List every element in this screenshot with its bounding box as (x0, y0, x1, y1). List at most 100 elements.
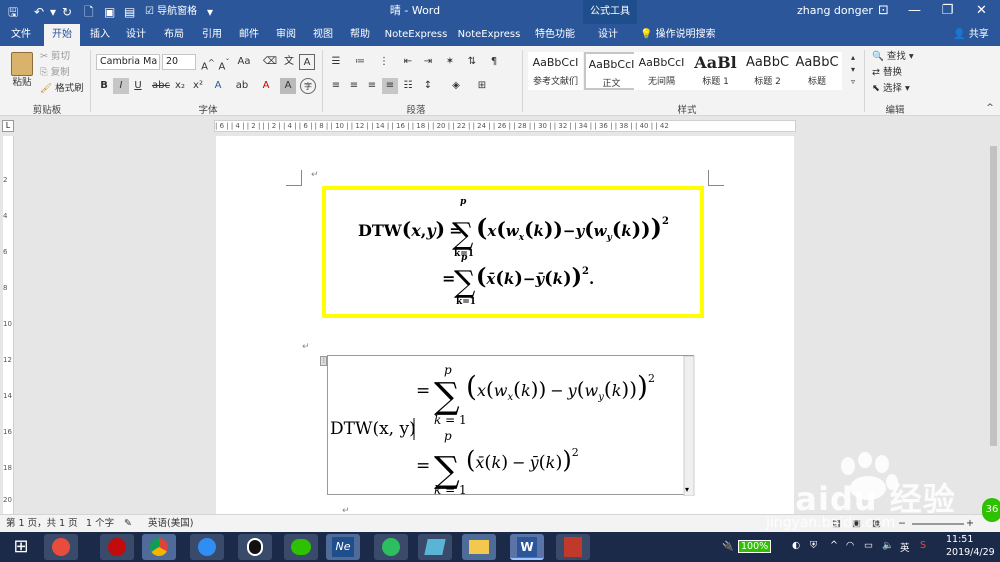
file-explorer-icon[interactable] (462, 534, 496, 560)
equation-image-highlighted[interactable]: DTW(x,y) = p ∑ k=1 (x(wx(k))−y(wy(k)))2 =… (322, 186, 704, 318)
chrome-icon[interactable] (142, 534, 176, 560)
style-item[interactable]: AaBbC 标题 2 (740, 52, 795, 90)
equation-scrollbar[interactable] (683, 355, 695, 497)
close-button[interactable]: ✕ (964, 0, 999, 24)
distribute-icon[interactable]: ☷ (400, 78, 416, 94)
tab-noteexpress-1[interactable]: NoteExpress (383, 24, 449, 46)
nav-pane-checkbox[interactable]: ☑ 导航窗格 (145, 4, 197, 20)
find-button[interactable]: 🔍 查找 ▾ (872, 50, 914, 64)
customize-qa-icon[interactable]: ▾ (207, 4, 213, 20)
ime-indicator[interactable]: 英 (900, 540, 910, 554)
tab-special-features[interactable]: 特色功能 (530, 24, 580, 46)
tab-noteexpress-2[interactable]: NoteExpress (456, 24, 522, 46)
sort-icon[interactable]: ⇅ (464, 54, 480, 70)
replace-button[interactable]: ⇄ 替换 (872, 66, 902, 80)
tab-help[interactable]: 帮助 (344, 24, 376, 46)
qq-icon[interactable] (238, 534, 272, 560)
change-case-icon[interactable]: Aa (236, 54, 252, 70)
tab-mailings[interactable]: 邮件 (233, 24, 265, 46)
shield-icon[interactable]: ⛨ (810, 540, 817, 551)
noteexpress-icon[interactable]: Ne (326, 534, 360, 560)
evernote-icon[interactable] (374, 534, 408, 560)
equation-handle-icon[interactable]: ⋮ (320, 356, 327, 366)
clock-time[interactable]: 11:51 (946, 534, 973, 545)
tell-me-search[interactable]: 💡 操作说明搜索 (640, 24, 740, 46)
grow-font-icon[interactable]: A^ (200, 54, 216, 72)
shading-icon[interactable]: ◈ (448, 78, 464, 94)
wifi-icon[interactable]: ◠ (846, 540, 854, 551)
style-item[interactable]: AaBbCcI 参考文献们 (528, 52, 583, 90)
font-color-icon[interactable]: A (258, 78, 274, 94)
proofing-icon[interactable]: ✎ (124, 515, 132, 533)
clock-date[interactable]: 2019/4/29 (946, 547, 995, 558)
minimize-button[interactable]: — (897, 0, 932, 24)
print-preview-icon[interactable]: ▣ (104, 4, 115, 20)
tab-file[interactable]: 文件 (4, 24, 38, 46)
battery-indicator[interactable]: 100% (738, 540, 772, 553)
clear-format-icon[interactable]: ⌫ (262, 54, 278, 70)
paste-button[interactable]: 粘贴 (8, 52, 36, 90)
tab-layout[interactable]: 布局 (158, 24, 190, 46)
phonetic-guide-icon[interactable]: 文 (281, 54, 297, 70)
new-doc-icon[interactable]: 🗋 (84, 4, 94, 20)
page-count[interactable]: 第 1 页，共 1 页 (6, 515, 78, 533)
highlight-icon[interactable]: ab (234, 78, 250, 94)
equation-object[interactable]: ⋮ = p ∑ 𝑘 = 1 (x(wx(k)) − y(wy(k)))2 DTW(x… (320, 355, 695, 497)
plug-icon[interactable]: 🔌 (722, 541, 734, 552)
network-icon[interactable]: ▭ (864, 540, 873, 551)
font-name-combo[interactable]: Cambria Ma (96, 54, 160, 70)
language[interactable]: 英语(美国) (148, 515, 193, 533)
redo-icon[interactable]: ↻ (62, 4, 72, 20)
style-item[interactable]: AaBbC 标题 (792, 52, 842, 90)
quick-print-icon[interactable]: ▤ (124, 4, 135, 20)
app-icon[interactable] (44, 534, 78, 560)
decrease-indent-icon[interactable]: ⇤ (400, 54, 416, 70)
sogou-icon[interactable]: S (920, 540, 926, 551)
style-item-selected[interactable]: AaBbCcI 正文 (584, 52, 639, 90)
restore-button[interactable]: ❐ (930, 0, 965, 24)
undo-icon[interactable]: ↶ (34, 4, 44, 20)
align-right-icon[interactable]: ≡ (364, 78, 380, 94)
text-effects-icon[interactable]: A (210, 78, 226, 94)
netease-music-icon[interactable] (100, 534, 134, 560)
font-size-combo[interactable]: 20 (162, 54, 196, 70)
scrollbar-thumb[interactable] (990, 146, 997, 446)
share-button[interactable]: 👤 共享 (948, 24, 994, 46)
vertical-ruler[interactable]: 2 4 6 8 10 12 14 16 18 20 (0, 136, 16, 514)
word-icon[interactable]: W (510, 534, 544, 560)
chevron-up-icon[interactable]: ^ (830, 540, 838, 551)
ribbon-display-icon[interactable]: ⊡ (866, 0, 901, 24)
badge-counter[interactable]: 36 (982, 498, 1000, 522)
tab-review[interactable]: 审阅 (270, 24, 302, 46)
shrink-font-icon[interactable]: Aˇ (216, 54, 232, 72)
select-button[interactable]: ⬉ 选择 ▾ (872, 82, 910, 96)
bold-icon[interactable]: B (96, 78, 112, 94)
numbering-icon[interactable]: ≔ (352, 54, 368, 70)
borders-icon[interactable]: ⊞ (474, 78, 490, 94)
cut-button[interactable]: ✂ 剪切 (40, 50, 70, 64)
horizontal-ruler[interactable]: | 6 | | 4 | | 2 | | | 2 | | 4 | | 6 | | … (214, 120, 796, 132)
increase-indent-icon[interactable]: ⇥ (420, 54, 436, 70)
tab-selector-icon[interactable]: L (2, 120, 14, 132)
align-left-icon[interactable]: ≡ (328, 78, 344, 94)
line-spacing-icon[interactable]: ↕ (420, 78, 436, 94)
styles-scroll-icon[interactable]: ▴ ▾ ▿ (845, 52, 861, 90)
chinese-layout-icon[interactable]: ✶ (442, 54, 458, 70)
tray-app-icon[interactable]: ◐ (792, 540, 800, 551)
tab-insert[interactable]: 插入 (84, 24, 116, 46)
volume-icon[interactable]: 🔈 (882, 540, 894, 551)
char-border-icon[interactable]: A (299, 54, 315, 70)
collapse-ribbon-icon[interactable]: ^ (982, 100, 998, 116)
tab-equation-design[interactable]: 设计 (588, 24, 628, 46)
underline-icon[interactable]: U (130, 78, 146, 94)
char-shading-icon[interactable]: A (280, 78, 296, 94)
tab-design[interactable]: 设计 (120, 24, 152, 46)
save-icon[interactable]: 🖫 (8, 4, 18, 20)
document-page[interactable]: ↵ DTW(x,y) = p ∑ k=1 (x(wx(k))−y(wy(k)))2… (216, 136, 794, 514)
enclose-char-icon[interactable]: 字 (300, 78, 316, 94)
tab-references[interactable]: 引用 (196, 24, 228, 46)
format-painter-button[interactable]: 🖌 格式刷 (40, 82, 84, 96)
undo-dropdown-icon[interactable]: ▾ (50, 4, 56, 20)
multilevel-list-icon[interactable]: ⋮ (376, 54, 392, 70)
superscript-icon[interactable]: x² (190, 78, 206, 94)
